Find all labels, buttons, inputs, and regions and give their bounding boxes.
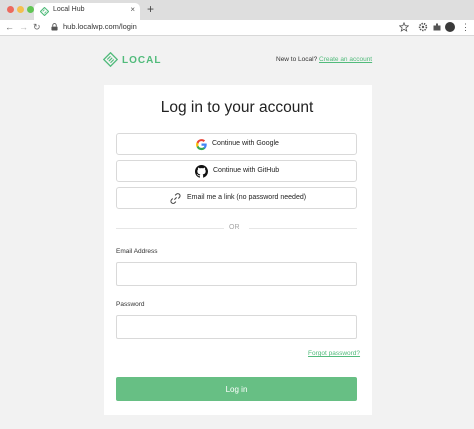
address-bar[interactable]: hub.localwp.com/login — [63, 22, 137, 32]
signup-prompt: New to Local? — [276, 56, 318, 63]
password-field[interactable] — [116, 315, 357, 339]
login-button[interactable]: Log in — [116, 377, 357, 401]
password-label: Password — [116, 301, 145, 308]
create-account-link[interactable]: Create an account — [319, 56, 372, 63]
lock-icon[interactable] — [51, 23, 58, 31]
divider-right — [249, 228, 357, 229]
local-logo-icon — [103, 52, 118, 67]
email-link-button-label: Email me a link (no password needed) — [187, 194, 307, 201]
github-button-label: Continue with GitHub — [213, 167, 280, 174]
new-tab-button[interactable]: + — [147, 2, 154, 16]
brand-name: LOCAL — [122, 55, 162, 66]
github-icon — [195, 165, 208, 178]
close-window-button[interactable] — [7, 6, 14, 13]
star-icon[interactable] — [399, 22, 409, 32]
email-field[interactable] — [116, 262, 357, 286]
minimize-window-button[interactable] — [17, 6, 24, 13]
tab-close-icon[interactable]: × — [130, 5, 135, 14]
email-magic-link-button[interactable]: Email me a link (no password needed) — [116, 187, 357, 209]
google-icon — [196, 139, 207, 151]
browser-tab[interactable]: Local Hub × — [34, 3, 140, 20]
profile-avatar[interactable] — [445, 22, 455, 32]
settings-icon[interactable] — [418, 22, 428, 32]
forgot-password-link[interactable]: Forgot password? — [308, 350, 360, 357]
local-favicon-icon — [40, 7, 49, 16]
tab-bar: Local Hub × + — [0, 0, 474, 20]
extensions-icon[interactable] — [432, 22, 442, 32]
menu-icon[interactable]: ⋮ — [461, 21, 470, 33]
link-icon — [170, 193, 181, 204]
continue-with-github-button[interactable]: Continue with GitHub — [116, 160, 357, 182]
continue-with-google-button[interactable]: Continue with Google — [116, 133, 357, 155]
divider-left — [116, 228, 224, 229]
forward-icon[interactable]: → — [19, 21, 28, 33]
back-icon[interactable]: ← — [5, 21, 14, 33]
address-toolbar: ← → ↻ hub.localwp.com/login ⋮ — [0, 20, 474, 36]
page-title: Log in to your account — [160, 99, 314, 116]
maximize-window-button[interactable] — [27, 6, 34, 13]
email-label: Email Address — [116, 248, 158, 255]
or-divider-label: OR — [229, 224, 240, 231]
reload-icon[interactable]: ↻ — [33, 21, 41, 33]
tab-title: Local Hub — [53, 6, 85, 13]
google-button-label: Continue with Google — [212, 140, 279, 147]
